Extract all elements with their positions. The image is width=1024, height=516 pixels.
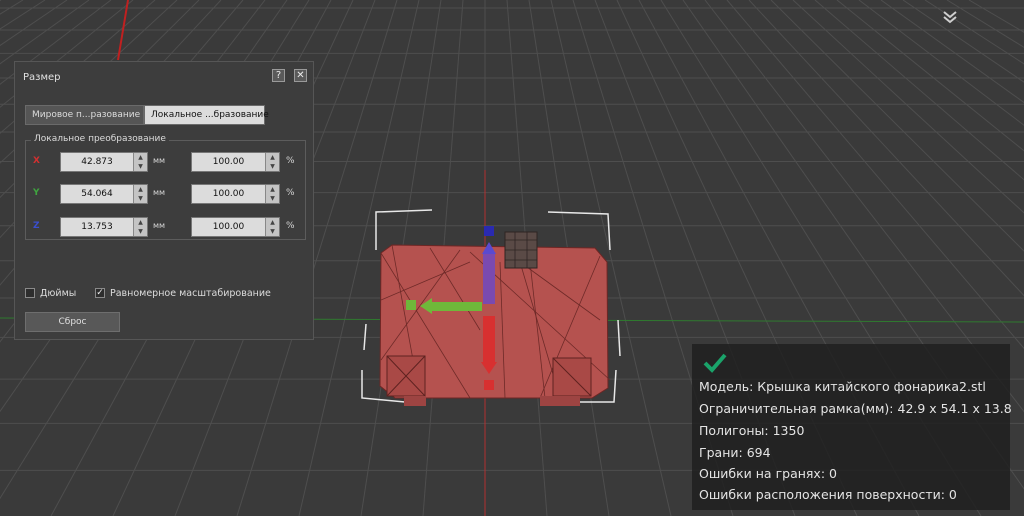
unit-percent: %	[286, 188, 295, 198]
chevron-down-icon[interactable]	[942, 10, 958, 24]
face-count: Грани: 694	[699, 445, 771, 460]
spin-down-icon[interactable]: ▼	[266, 227, 279, 236]
reset-button[interactable]: Сброс	[25, 312, 120, 332]
percent-z-input[interactable]: 100.00 ▲ ▼	[191, 217, 280, 237]
spin-down-icon[interactable]: ▼	[134, 162, 147, 171]
unit-percent: %	[286, 156, 295, 166]
size-row-y: Y 54.064 ▲ ▼ мм 100.00 ▲ ▼ %	[25, 184, 305, 204]
help-button[interactable]: ?	[272, 69, 285, 82]
unit-mm: мм	[153, 156, 166, 165]
spin-up-icon[interactable]: ▲	[134, 153, 147, 162]
percent-x-input[interactable]: 100.00 ▲ ▼	[191, 152, 280, 172]
inches-checkbox[interactable]	[25, 288, 35, 298]
model-info-overlay: Модель: Крышка китайского фонарика2.stl …	[692, 344, 1012, 510]
percent-y-value: 100.00	[212, 189, 245, 199]
size-x-input[interactable]: 42.873 ▲ ▼	[60, 152, 148, 172]
percent-y-input[interactable]: 100.00 ▲ ▼	[191, 184, 280, 204]
size-x-value: 42.873	[81, 157, 113, 167]
tab-world-transform[interactable]: Мировое п...разование	[25, 105, 144, 125]
group-title: Локальное преобразование	[31, 134, 169, 144]
spin-down-icon[interactable]: ▼	[266, 194, 279, 203]
unit-mm: мм	[153, 221, 166, 230]
spin-up-icon[interactable]: ▲	[266, 218, 279, 227]
spin-up-icon[interactable]: ▲	[266, 153, 279, 162]
spin-down-icon[interactable]: ▼	[266, 162, 279, 171]
spin-up-icon[interactable]: ▲	[134, 218, 147, 227]
percent-z-value: 100.00	[212, 222, 245, 232]
size-y-input[interactable]: 54.064 ▲ ▼	[60, 184, 148, 204]
size-row-z: Z 13.753 ▲ ▼ мм 100.00 ▲ ▼ %	[25, 217, 305, 237]
size-z-input[interactable]: 13.753 ▲ ▼	[60, 217, 148, 237]
model-name: Модель: Крышка китайского фонарика2.stl	[699, 379, 986, 394]
size-panel[interactable]: Размер ? ✕ Мировое п...разование Локальн…	[14, 61, 314, 340]
transform-tabs: Мировое п...разование Локальное ...бразо…	[25, 105, 269, 125]
size-y-value: 54.064	[81, 189, 113, 199]
size-row-x: X 42.873 ▲ ▼ мм 100.00 ▲ ▼ %	[25, 152, 305, 172]
face-errors: Ошибки на гранях: 0	[699, 466, 837, 481]
axis-label-z: Z	[33, 221, 40, 231]
spin-up-icon[interactable]: ▲	[266, 185, 279, 194]
polygon-count: Полигоны: 1350	[699, 423, 805, 438]
uniform-scaling-label: Равномерное масштабирование	[110, 288, 271, 299]
checkmark-icon	[703, 353, 727, 373]
spin-down-icon[interactable]: ▼	[134, 194, 147, 203]
uniform-scaling-option[interactable]: ✓ Равномерное масштабирование	[95, 288, 275, 302]
tab-local-transform[interactable]: Локальное ...бразование	[144, 105, 269, 125]
surface-errors: Ошибки расположения поверхности: 0	[699, 487, 957, 502]
axis-label-x: X	[33, 156, 40, 166]
inches-option[interactable]: Дюймы	[25, 288, 95, 302]
size-z-value: 13.753	[81, 222, 113, 232]
spin-down-icon[interactable]: ▼	[134, 227, 147, 236]
uniform-scaling-checkbox[interactable]: ✓	[95, 288, 105, 298]
inches-label: Дюймы	[40, 288, 77, 299]
unit-mm: мм	[153, 188, 166, 197]
close-button[interactable]: ✕	[294, 69, 307, 82]
panel-title: Размер	[23, 72, 61, 83]
spin-up-icon[interactable]: ▲	[134, 185, 147, 194]
unit-percent: %	[286, 221, 295, 231]
axis-label-y: Y	[33, 188, 40, 198]
percent-x-value: 100.00	[212, 157, 245, 167]
bounding-box: Ограничительная рамка(мм): 42.9 x 54.1 x…	[699, 401, 1012, 416]
